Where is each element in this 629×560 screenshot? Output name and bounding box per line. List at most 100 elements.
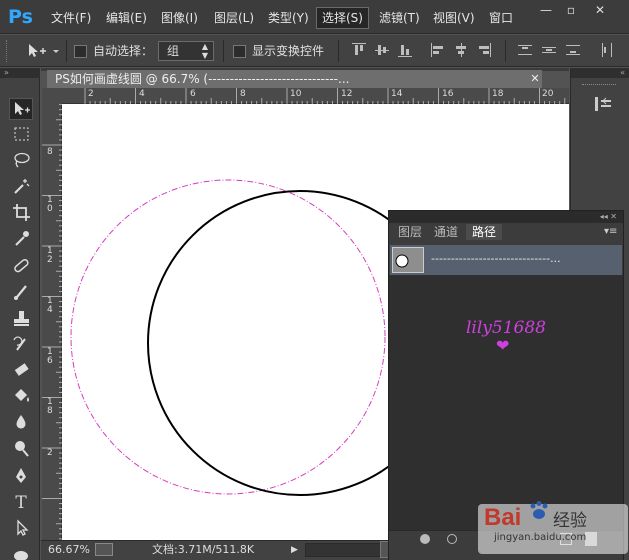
paint-bucket-icon (15, 389, 29, 402)
blur-tool[interactable] (9, 412, 33, 434)
photoshop-logo: Ps (8, 6, 33, 28)
distribute-vcenter-icon[interactable] (542, 43, 556, 57)
history-panel-button[interactable] (592, 93, 616, 115)
menu-edit[interactable]: 编辑(E) (101, 7, 152, 29)
tab-channels[interactable]: 通道 (428, 224, 464, 240)
align-bottom-icon[interactable] (398, 43, 412, 57)
dock-collapse-icon[interactable]: « (571, 68, 629, 78)
healing-brush-tool[interactable] (9, 256, 33, 278)
move-tool-icon (29, 44, 59, 57)
history-icon (595, 97, 611, 111)
brush-tool[interactable] (9, 282, 33, 304)
history-brush-tool[interactable] (9, 334, 33, 356)
align-vcenter-icon[interactable] (375, 43, 389, 57)
menu-select[interactable]: 选择(S) (316, 7, 369, 29)
marquee-tool[interactable] (9, 124, 33, 146)
dock-grip (582, 84, 616, 86)
path-select-arrow-icon (17, 519, 29, 536)
stroke-path-icon[interactable] (447, 534, 457, 544)
auto-select-dropdown[interactable]: 组 ▲ ▼ (158, 41, 214, 61)
align-right-icon[interactable] (477, 43, 491, 57)
quick-select-tool[interactable] (9, 176, 33, 198)
distribute-top-icon[interactable] (518, 43, 532, 57)
eraser-tool[interactable] (9, 360, 33, 382)
menu-file[interactable]: 文件(F) (46, 7, 96, 29)
distribute-left-icon[interactable] (600, 43, 614, 57)
panel-menu-icon[interactable]: ▾≡ (604, 225, 620, 239)
type-t-icon: T (15, 493, 27, 513)
ruler-v-label: 1 2 (47, 246, 53, 265)
path-selection-tool[interactable] (9, 518, 33, 540)
auto-select-value: 组 (167, 44, 180, 58)
pen-nib-icon (16, 468, 26, 483)
horizontal-ruler: 2 4 6 8 10 12 14 16 18 20 (62, 88, 569, 104)
pen-tool[interactable] (9, 466, 33, 488)
tab-paths[interactable]: 路径 (466, 224, 503, 240)
auto-select-label: 自动选择： (93, 44, 154, 58)
move-tool-preset-picker[interactable] (26, 42, 64, 60)
ruler-v-label: 1 6 (47, 347, 53, 366)
magic-wand-icon (14, 179, 30, 194)
path-thumbnail (392, 247, 424, 273)
ellipse-shape-icon (14, 551, 28, 560)
status-preview-icon[interactable] (95, 543, 113, 556)
paint-bucket-tool[interactable] (9, 386, 33, 408)
options-grip (6, 40, 10, 62)
water-drop-icon (16, 415, 26, 429)
eyedropper-icon (15, 231, 29, 246)
document-size: 文档:3.71M/511.8K (152, 543, 255, 556)
ruler-h-label: 20 (542, 89, 554, 99)
crop-tool[interactable] (9, 202, 33, 224)
ruler-v-ticks (42, 104, 62, 540)
horizontal-scrollbar[interactable] (305, 543, 387, 557)
menu-layer[interactable]: 图层(L) (209, 7, 259, 29)
ruler-h-label: 4 (139, 89, 145, 99)
ruler-h-label: 12 (341, 89, 353, 99)
restore-button[interactable]: ▫ (561, 4, 581, 18)
watermark-text: lily51688 (466, 318, 546, 338)
stepper-arrows-icon: ▲ ▼ (201, 42, 208, 60)
align-top-icon[interactable] (352, 43, 366, 57)
document-tab[interactable]: PS如何画虚线圆 @ 66.7% (----------------------… (47, 70, 542, 88)
ruler-h-label: 18 (492, 89, 504, 99)
tab-layers[interactable]: 图层 (392, 224, 428, 240)
close-tab-icon[interactable]: ✕ (528, 70, 542, 88)
dodge-tool[interactable] (9, 438, 33, 460)
ruler-h-label: 6 (190, 89, 196, 99)
menu-filter[interactable]: 滤镜(T) (374, 7, 425, 29)
fill-path-icon[interactable] (420, 534, 430, 544)
lasso-icon (14, 152, 30, 168)
clone-stamp-tool[interactable] (9, 308, 33, 330)
menu-image[interactable]: 图像(I) (156, 7, 203, 29)
status-menu-arrow-icon[interactable]: ▶ (291, 542, 301, 558)
eyedropper-tool[interactable] (9, 228, 33, 250)
auto-select-checkbox[interactable] (74, 45, 87, 58)
close-window-button[interactable]: ✕ (590, 4, 610, 18)
align-hcenter-icon[interactable] (454, 43, 468, 57)
show-transform-label: 显示变换控件 (252, 44, 325, 58)
zoom-readout[interactable]: 66.67% (48, 542, 90, 558)
baidu-paw-icon (528, 500, 550, 522)
paw-print-icon (530, 501, 548, 519)
document-tab-title: PS如何画虚线圆 @ 66.7% (----------------------… (55, 72, 350, 86)
baidu-logo-text: Bai (484, 504, 522, 531)
menu-type[interactable]: 类型(Y) (263, 7, 314, 29)
minimize-button[interactable]: — (536, 4, 556, 18)
menu-view[interactable]: 视图(V) (428, 7, 480, 29)
options-divider (505, 40, 506, 62)
type-tool[interactable]: T (9, 492, 33, 514)
move-tool[interactable] (9, 98, 33, 120)
ruler-h-label: 14 (391, 89, 403, 99)
distribute-bottom-icon[interactable] (566, 43, 580, 57)
path-name[interactable]: ------------------------------... (431, 251, 617, 267)
shape-tool[interactable] (9, 542, 33, 560)
panel-header-controls-icon[interactable]: ◂◂ ✕ (389, 211, 623, 223)
show-transform-checkbox[interactable] (233, 45, 246, 58)
ruler-corner (42, 88, 62, 104)
menu-window[interactable]: 窗口 (484, 7, 518, 29)
ruler-h-label: 10 (290, 89, 302, 99)
lasso-tool[interactable] (9, 150, 33, 172)
tools-collapse-icon[interactable]: » (0, 68, 40, 78)
align-left-icon[interactable] (431, 43, 445, 57)
dodge-icon (15, 441, 29, 457)
